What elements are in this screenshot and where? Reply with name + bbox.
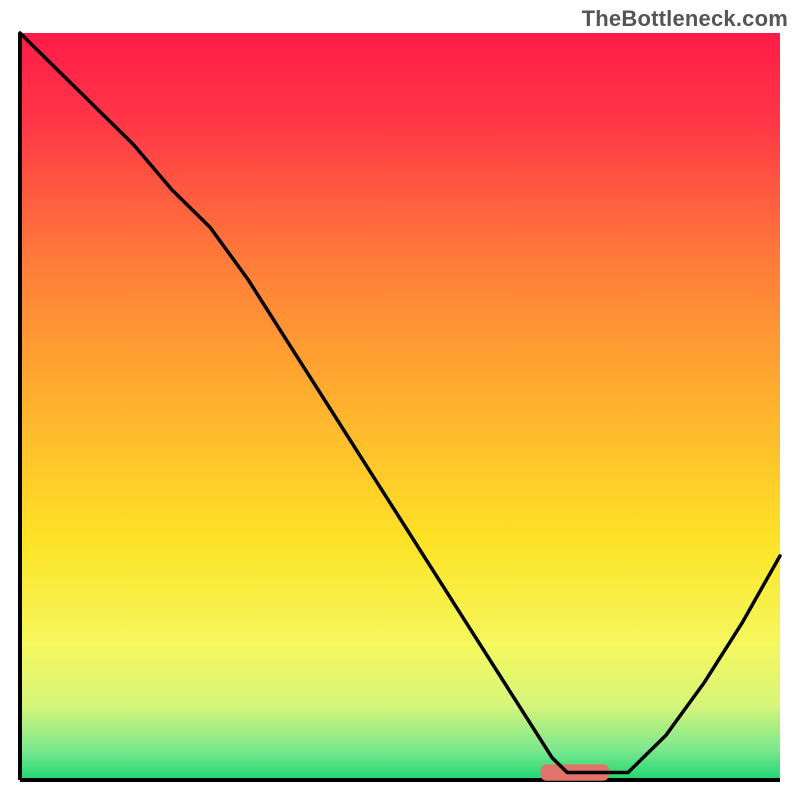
chart-container: TheBottleneck.com	[0, 0, 800, 800]
bottleneck-chart	[0, 0, 800, 800]
watermark-text: TheBottleneck.com	[582, 6, 788, 32]
